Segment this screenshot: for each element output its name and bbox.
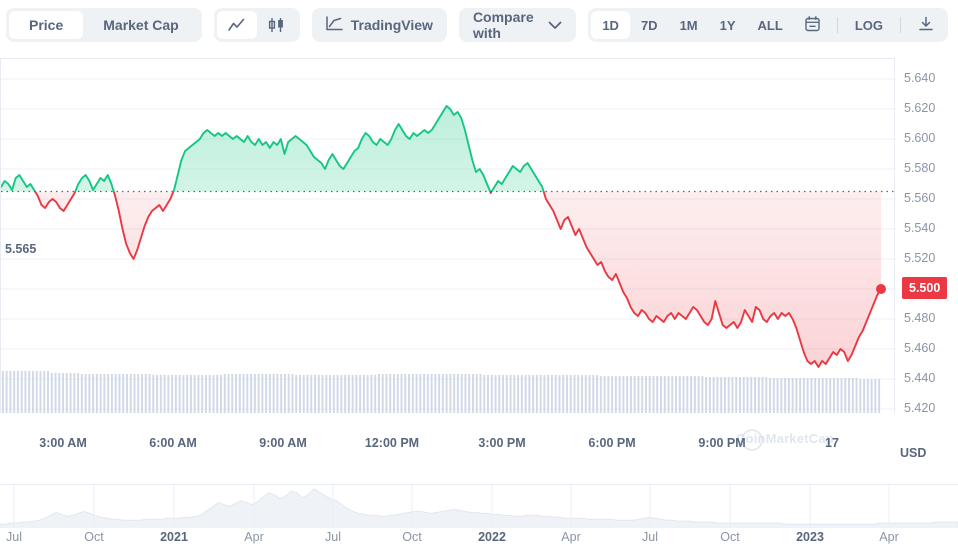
tab-market-cap[interactable]: Market Cap bbox=[83, 11, 198, 39]
tab-price[interactable]: Price bbox=[9, 11, 84, 39]
navigator-axis-labels: Jul Oct 2021 Apr Jul Oct 2022 Apr Jul Oct 2023 Apr bbox=[0, 530, 958, 552]
x-axis-tick-label: 6:00 PM bbox=[588, 436, 636, 450]
navigator-tick-label: 2021 bbox=[160, 530, 188, 544]
y-axis-tick-label: 5.440 bbox=[904, 371, 936, 385]
navigator-tick-label: Oct bbox=[720, 530, 740, 544]
price-plot[interactable]: CoinMarketCap bbox=[0, 58, 896, 451]
range-all[interactable]: ALL bbox=[747, 11, 794, 39]
range-7d[interactable]: 7D bbox=[630, 11, 669, 39]
range-1d[interactable]: 1D bbox=[591, 11, 630, 39]
candlestick-chart-icon bbox=[268, 17, 285, 33]
y-axis-tick-label: 5.620 bbox=[904, 101, 936, 115]
download-button[interactable] bbox=[907, 11, 945, 39]
line-chart-icon bbox=[228, 18, 245, 33]
navigator-tick-label: Oct bbox=[402, 530, 422, 544]
y-axis-tick-label: 5.640 bbox=[904, 71, 936, 85]
y-axis-tick-label: 5.460 bbox=[904, 341, 936, 355]
toolbar-divider-1 bbox=[836, 17, 838, 33]
x-axis-tick-label: 9:00 AM bbox=[259, 436, 307, 450]
tradingview-icon bbox=[325, 16, 343, 34]
crypto-price-chart-widget: Price Market Cap TradingView Compare wit… bbox=[0, 0, 958, 554]
navigator-tick-label: Apr bbox=[244, 530, 264, 544]
baseline-price-label: 5.565 bbox=[2, 240, 40, 257]
navigator-tick-label: 2023 bbox=[796, 530, 824, 544]
chart-type-toggle-group bbox=[213, 8, 300, 42]
compare-with-dropdown[interactable]: Compare with bbox=[458, 8, 577, 42]
compare-with-label: Compare with bbox=[472, 9, 534, 41]
y-axis-tick-label: 5.560 bbox=[904, 191, 936, 205]
y-axis-tick-label: 5.580 bbox=[904, 161, 936, 175]
toolbar-divider-2 bbox=[900, 17, 901, 33]
tradingview-button[interactable]: TradingView bbox=[311, 8, 447, 42]
navigator-svg bbox=[0, 485, 958, 528]
x-axis-tick-label: 6:00 AM bbox=[149, 436, 197, 450]
range-1m[interactable]: 1M bbox=[669, 11, 709, 39]
x-axis-tick-label: 3:00 AM bbox=[39, 436, 87, 450]
y-axis-tick-label: 5.600 bbox=[904, 131, 936, 145]
price-chart-area: CoinMarketCap 5.565 5.640 5.620 5.600 5.580… bbox=[0, 58, 958, 451]
range-1y[interactable]: 1Y bbox=[709, 11, 747, 39]
y-axis-tick-label: 5.520 bbox=[904, 251, 936, 265]
x-axis-tick-label: 3:00 PM bbox=[478, 436, 526, 450]
price-plot-svg bbox=[1, 78, 896, 413]
chevron-down-icon bbox=[548, 17, 562, 33]
y-axis-tick-label: 5.540 bbox=[904, 221, 936, 235]
navigator-tick-label: Jul bbox=[642, 530, 658, 544]
tradingview-label: TradingView bbox=[350, 17, 433, 33]
navigator-tick-label: Oct bbox=[84, 530, 104, 544]
y-axis-current-price-badge: 5.500 bbox=[902, 277, 948, 299]
currency-label: USD bbox=[900, 446, 927, 460]
navigator-tick-label: Jul bbox=[6, 530, 22, 544]
metric-toggle-group: Price Market Cap bbox=[6, 8, 202, 42]
navigator-tick-label: 2022 bbox=[478, 530, 506, 544]
download-icon bbox=[918, 16, 934, 35]
range-navigator[interactable] bbox=[0, 484, 958, 528]
x-axis-labels: 3:00 AM 6:00 AM 9:00 AM 12:00 PM 3:00 PM 6:00… bbox=[0, 436, 958, 460]
navigator-tick-label: Jul bbox=[325, 530, 341, 544]
time-range-group: 1D 7D 1M 1Y ALL LOG bbox=[588, 8, 948, 42]
x-axis-tick-label: 17 bbox=[825, 436, 839, 450]
y-axis-tick-label: 5.480 bbox=[904, 311, 936, 325]
x-axis-tick-label: 9:00 PM bbox=[698, 436, 746, 450]
navigator-tick-label: Apr bbox=[879, 530, 899, 544]
x-axis-tick-label: 12:00 PM bbox=[364, 436, 420, 450]
log-scale-button[interactable]: LOG bbox=[844, 11, 894, 39]
navigator-tick-label: Apr bbox=[561, 530, 581, 544]
y-axis-tick-label: 5.420 bbox=[904, 401, 936, 415]
line-chart-icon-button[interactable] bbox=[216, 11, 257, 39]
calendar-button[interactable] bbox=[794, 11, 831, 39]
candlestick-chart-icon-button[interactable] bbox=[257, 11, 297, 39]
chart-toolbar: Price Market Cap TradingView Compare wit… bbox=[0, 0, 958, 50]
y-axis-labels: 5.640 5.620 5.600 5.580 5.560 5.540 5.520 5.500… bbox=[900, 58, 958, 418]
calendar-icon bbox=[805, 15, 820, 35]
